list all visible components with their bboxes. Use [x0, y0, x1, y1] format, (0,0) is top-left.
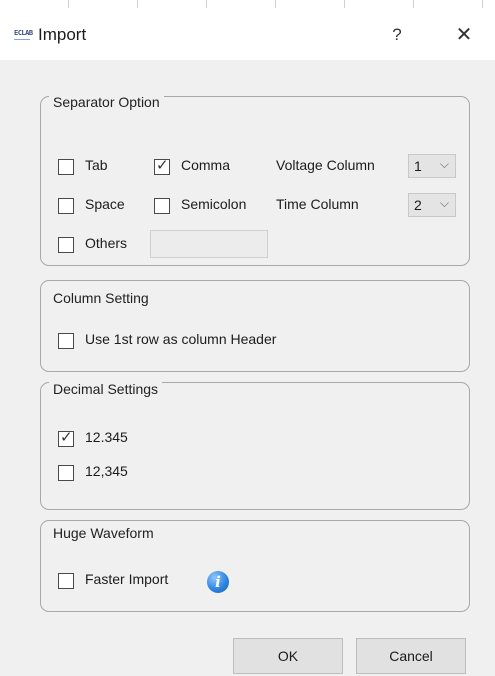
- separator-option-group: Separator Option Tab ✓ Comma Voltage Col…: [40, 94, 470, 266]
- app-icon: ECLAB: [14, 28, 33, 40]
- decimal-dot-label: 12.345: [85, 429, 128, 445]
- faster-import-label: Faster Import: [85, 571, 169, 587]
- others-label: Others: [85, 235, 128, 251]
- close-button[interactable]: ✕: [449, 21, 479, 49]
- cancel-button[interactable]: Cancel: [356, 638, 466, 674]
- chevron-down-icon: ⌵: [439, 157, 449, 171]
- dialog-title: Import: [38, 25, 87, 44]
- import-dialog: ECLAB Import ? ✕ Separator Option Tab ✓ …: [0, 8, 495, 676]
- tab-label: Tab: [85, 157, 108, 173]
- comma-label: Comma: [181, 157, 231, 173]
- title-bar: ECLAB Import ? ✕: [0, 8, 495, 60]
- decimal-comma-label: 12,345: [85, 463, 128, 479]
- info-icon[interactable]: i: [207, 571, 229, 593]
- tab-checkbox[interactable]: [58, 159, 74, 175]
- space-label: Space: [85, 196, 125, 212]
- time-column-select[interactable]: 2 ⌵: [408, 193, 456, 217]
- header-row-label: Use 1st row as column Header: [85, 331, 277, 347]
- decimal-comma-checkbox[interactable]: [58, 465, 74, 481]
- decimal-dot-checkbox[interactable]: ✓: [58, 429, 74, 447]
- comma-checkbox[interactable]: ✓: [154, 157, 170, 175]
- semicolon-label: Semicolon: [181, 196, 247, 212]
- huge-waveform-title: Huge Waveform: [49, 525, 158, 541]
- check-mark-icon: ✓: [156, 157, 169, 174]
- voltage-column-label: Voltage Column: [276, 157, 375, 173]
- time-column-label: Time Column: [276, 196, 359, 212]
- faster-import-checkbox[interactable]: [58, 573, 74, 589]
- column-setting-title: Column Setting: [49, 290, 153, 306]
- help-button[interactable]: ?: [382, 21, 412, 49]
- space-checkbox[interactable]: [58, 198, 74, 214]
- decimal-settings-group: Decimal Settings ✓ 12.345 12,345: [40, 381, 470, 510]
- check-mark-icon: ✓: [60, 429, 73, 446]
- others-input[interactable]: [150, 230, 268, 258]
- semicolon-checkbox[interactable]: [154, 198, 170, 214]
- huge-waveform-group: Huge Waveform Faster Import i: [40, 520, 470, 612]
- ok-button[interactable]: OK: [233, 638, 343, 674]
- header-row-checkbox[interactable]: [58, 333, 74, 349]
- chevron-down-icon: ⌵: [439, 196, 449, 210]
- separator-option-title: Separator Option: [49, 94, 164, 110]
- others-checkbox[interactable]: [58, 237, 74, 253]
- column-setting-group: Column Setting Use 1st row as column Hea…: [40, 280, 470, 372]
- decimal-settings-title: Decimal Settings: [49, 381, 163, 397]
- voltage-column-select[interactable]: 1 ⌵: [408, 154, 456, 178]
